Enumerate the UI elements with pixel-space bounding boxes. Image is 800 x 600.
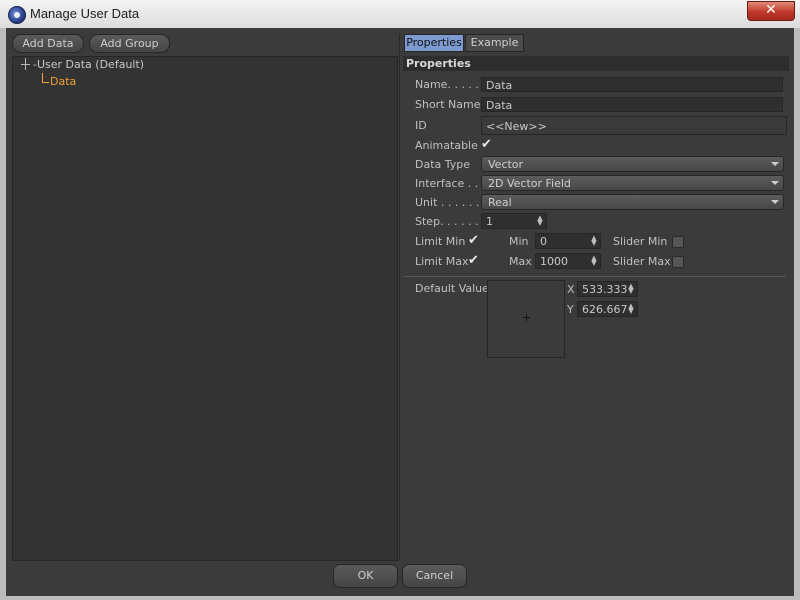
limit-max-checkbox[interactable]: ✔ <box>468 254 479 267</box>
add-data-button[interactable]: Add Data <box>12 34 84 53</box>
interface-label: Interface . . <box>415 177 479 190</box>
name-field[interactable]: Data <box>481 77 783 92</box>
spin-arrows-icon[interactable]: ▲ ▼ <box>628 283 634 295</box>
interface-value: 2D Vector Field <box>488 177 571 190</box>
id-label: ID <box>415 119 427 132</box>
x-label: X <box>567 283 575 296</box>
min-stepper[interactable]: 0 ▲ ▼ <box>535 233 601 249</box>
vector-field-2d-pad[interactable]: + <box>487 280 565 358</box>
slider-min-checkbox[interactable] <box>672 236 684 248</box>
data-type-dropdown[interactable]: Vector <box>481 156 784 172</box>
animatable-checkbox[interactable]: ✔ <box>481 138 492 151</box>
spin-arrows-icon[interactable]: ▲ ▼ <box>591 255 597 267</box>
window-frame-bottom <box>0 596 800 600</box>
animatable-label: Animatable <box>415 139 478 152</box>
window-title: Manage User Data <box>30 6 140 21</box>
max-label: Max <box>509 255 532 268</box>
x-stepper[interactable]: 533.333 ▲ ▼ <box>577 281 638 297</box>
step-label: Step. . . . . . <box>415 215 479 228</box>
slider-max-checkbox[interactable] <box>672 256 684 268</box>
short-name-field[interactable]: Data <box>481 97 783 112</box>
y-stepper[interactable]: 626.667 ▲ ▼ <box>577 301 638 317</box>
y-value: 626.667 <box>582 303 628 316</box>
data-type-label: Data Type <box>415 158 471 171</box>
min-value: 0 <box>540 235 547 248</box>
interface-dropdown[interactable]: 2D Vector Field <box>481 175 784 191</box>
slider-min-label: Slider Min <box>613 235 668 248</box>
section-divider <box>403 276 786 277</box>
name-label: Name. . . . . <box>415 78 479 91</box>
add-group-button[interactable]: Add Group <box>89 34 170 53</box>
data-type-value: Vector <box>488 158 524 171</box>
y-label: Y <box>567 303 574 316</box>
x-value: 533.333 <box>582 283 628 296</box>
chevron-down-icon <box>771 162 779 166</box>
crosshair-icon: + <box>522 311 532 324</box>
max-stepper[interactable]: 1000 ▲ ▼ <box>535 253 601 269</box>
step-stepper[interactable]: 1 ▲ ▼ <box>481 213 547 229</box>
tab-properties[interactable]: Properties <box>404 34 464 52</box>
unit-dropdown[interactable]: Real <box>481 194 784 210</box>
ok-button[interactable]: OK <box>333 564 398 588</box>
tree-child-connector <box>42 73 43 82</box>
limit-min-checkbox[interactable]: ✔ <box>468 234 479 247</box>
close-button[interactable]: ✕ <box>747 1 795 21</box>
cancel-button[interactable]: Cancel <box>402 564 467 588</box>
panel-splitter[interactable] <box>399 34 400 560</box>
tree-expand-toggle[interactable] <box>21 64 30 65</box>
properties-section-header: Properties <box>403 56 789 71</box>
title-bar[interactable]: Manage User Data ✕ <box>0 0 800 29</box>
spin-arrows-icon[interactable]: ▲ ▼ <box>537 215 543 227</box>
tree-item-user-data-default[interactable]: -User Data (Default) <box>33 58 144 71</box>
min-label: Min <box>509 235 529 248</box>
spin-arrows-icon[interactable]: ▲ ▼ <box>591 235 597 247</box>
spin-arrows-icon[interactable]: ▲ ▼ <box>628 303 634 315</box>
cinema4d-app-icon <box>8 6 26 24</box>
chevron-down-icon <box>771 181 779 185</box>
default-value-label: Default Value <box>415 282 489 295</box>
limit-min-label: Limit Min <box>415 235 466 248</box>
max-value: 1000 <box>540 255 568 268</box>
user-data-tree-panel[interactable] <box>12 56 398 561</box>
id-field: <<New>> <box>481 116 787 135</box>
slider-max-label: Slider Max <box>613 255 671 268</box>
unit-label: Unit . . . . . . <box>415 196 480 209</box>
chevron-down-icon <box>771 200 779 204</box>
tree-child-connector-h <box>42 82 49 83</box>
window-frame-right <box>794 28 800 600</box>
limit-max-label: Limit Max <box>415 255 469 268</box>
tree-item-data[interactable]: Data <box>50 75 76 88</box>
short-name-label: Short Name <box>415 98 481 111</box>
tab-example[interactable]: Example <box>465 34 524 52</box>
step-value: 1 <box>486 215 493 228</box>
unit-value: Real <box>488 196 512 209</box>
